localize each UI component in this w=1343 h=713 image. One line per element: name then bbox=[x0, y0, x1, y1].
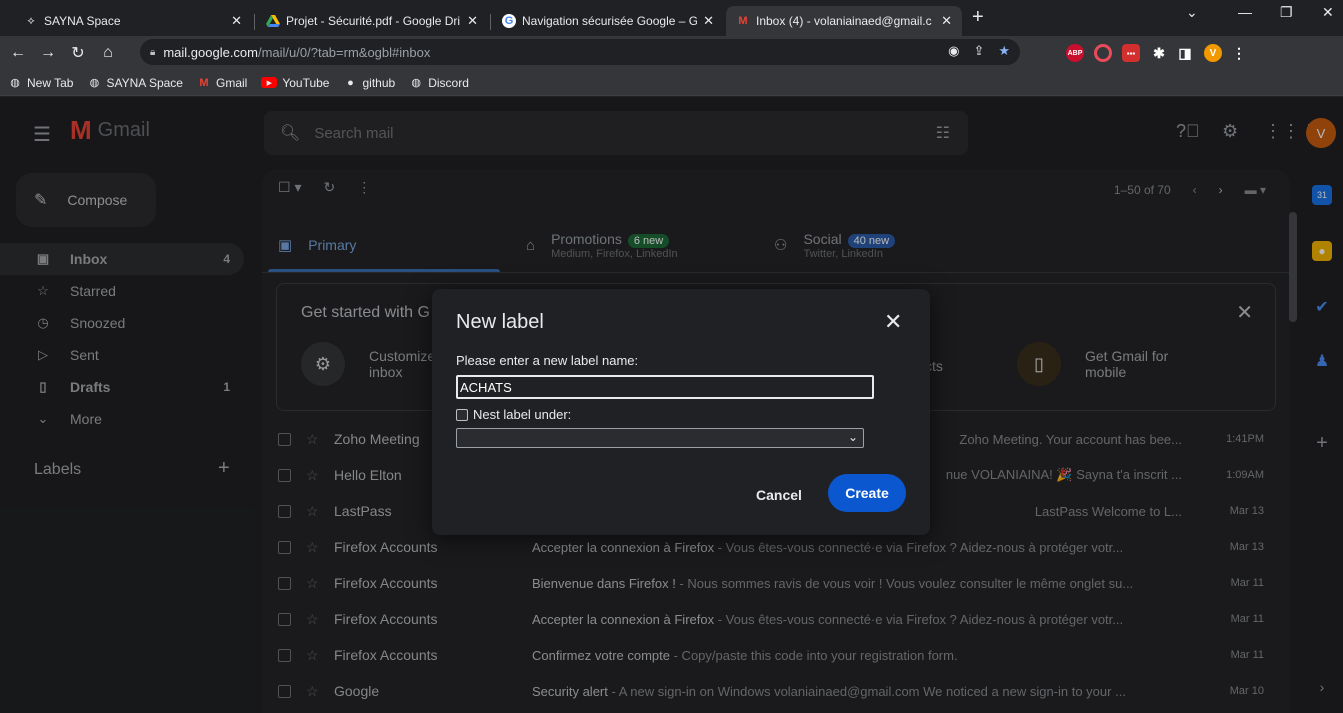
browser-tab-gmail[interactable]: M Inbox (4) - volaniainaed@gmail.c ✕ bbox=[726, 6, 962, 36]
bookmark-sayna[interactable]: ◍ SAYNA Space bbox=[87, 76, 183, 90]
globe-icon: ◍ bbox=[89, 77, 100, 89]
browser-tab-google[interactable]: G Navigation sécurisée Google – Go ✕ bbox=[492, 6, 724, 36]
new-label-dialog: New label ✕ Please enter a new label nam… bbox=[432, 289, 930, 535]
youtube-icon: ▶ bbox=[261, 77, 278, 88]
extensions-puzzle-icon[interactable]: ✱ bbox=[1150, 44, 1168, 62]
address-bar[interactable]: 🔒︎ mail.google.com/mail/u/0/?tab=rm&ogbl… bbox=[140, 39, 1020, 65]
bookmark-github[interactable]: ● github bbox=[343, 76, 395, 90]
menu-icon[interactable]: ⋮ bbox=[1230, 44, 1248, 62]
dialog-title: New label bbox=[456, 311, 544, 333]
close-tab-icon[interactable]: ✕ bbox=[941, 13, 952, 29]
share-icon[interactable]: ⇪ bbox=[973, 43, 984, 59]
eye-icon[interactable]: ◉ bbox=[948, 43, 959, 59]
globe-icon: ◍ bbox=[10, 77, 20, 89]
restore-icon[interactable]: ❐ bbox=[1280, 4, 1293, 21]
sayna-icon: ⟡ bbox=[27, 14, 35, 27]
browser-tab-sayna[interactable]: ⟡ SAYNA Space ✕ bbox=[14, 6, 252, 36]
profile-avatar[interactable]: V bbox=[1204, 44, 1222, 62]
globe-icon: ◍ bbox=[411, 77, 421, 89]
bookmark-gmail[interactable]: M Gmail bbox=[197, 76, 247, 90]
screen: ⟡ SAYNA Space ✕ Projet - Sécurité.pdf - … bbox=[0, 0, 1343, 713]
bookmark-new-tab[interactable]: ◍ New Tab bbox=[8, 76, 73, 90]
close-tab-icon[interactable]: ✕ bbox=[231, 13, 242, 29]
minimize-icon[interactable]: — bbox=[1238, 4, 1252, 20]
lock-icon: 🔒︎ bbox=[150, 46, 156, 58]
adblock-plus-icon[interactable]: ABP bbox=[1066, 44, 1084, 62]
google-icon: G bbox=[502, 14, 516, 28]
forward-icon[interactable]: → bbox=[36, 44, 60, 62]
tab-search-icon[interactable]: ⌄ bbox=[1186, 4, 1198, 21]
bookmark-star-icon[interactable]: ★ bbox=[998, 43, 1010, 59]
bookmarks-bar: ◍ New Tab ◍ SAYNA Space M Gmail ▶ YouTube ● g… bbox=[0, 70, 1343, 96]
close-icon[interactable]: ✕ bbox=[884, 309, 902, 335]
label-name-input[interactable] bbox=[456, 375, 874, 399]
browser-tabstrip: ⟡ SAYNA Space ✕ Projet - Sécurité.pdf - … bbox=[0, 0, 1343, 36]
bookmark-discord[interactable]: ◍ Discord bbox=[409, 76, 469, 90]
create-button[interactable]: Create bbox=[828, 474, 906, 512]
github-icon: ● bbox=[347, 76, 354, 89]
new-tab-icon[interactable]: + bbox=[972, 6, 984, 29]
checkbox-icon bbox=[456, 408, 468, 421]
gmail-icon: M bbox=[199, 76, 209, 89]
side-panel-icon[interactable]: ◨ bbox=[1176, 44, 1194, 62]
chevron-down-icon: ⌄ bbox=[847, 430, 858, 444]
close-tab-icon[interactable]: ✕ bbox=[703, 13, 714, 29]
nest-label-checkbox[interactable]: Nest label under: bbox=[456, 407, 571, 422]
close-tab-icon[interactable]: ✕ bbox=[467, 13, 478, 29]
label-name-prompt: Please enter a new label name: bbox=[456, 353, 639, 368]
home-icon[interactable]: ⌂ bbox=[96, 44, 120, 62]
back-icon[interactable]: ← bbox=[6, 44, 30, 62]
opera-icon[interactable] bbox=[1094, 44, 1112, 62]
browser-tab-drive[interactable]: Projet - Sécurité.pdf - Google Dri ✕ bbox=[256, 6, 488, 36]
bookmark-youtube[interactable]: ▶ YouTube bbox=[261, 76, 329, 90]
extension-red-icon[interactable]: ▪▪▪ bbox=[1122, 44, 1140, 62]
reload-icon[interactable]: ↻ bbox=[66, 43, 90, 63]
google-drive-icon bbox=[266, 14, 280, 28]
browser-toolbar: ← → ↻ ⌂ 🔒︎ mail.google.com/mail/u/0/?tab… bbox=[0, 36, 1343, 70]
parent-label-select[interactable]: ⌄ bbox=[456, 428, 864, 448]
gmail-icon: M bbox=[738, 15, 748, 27]
cancel-button[interactable]: Cancel bbox=[744, 477, 814, 513]
close-window-icon[interactable]: ✕ bbox=[1322, 4, 1334, 21]
